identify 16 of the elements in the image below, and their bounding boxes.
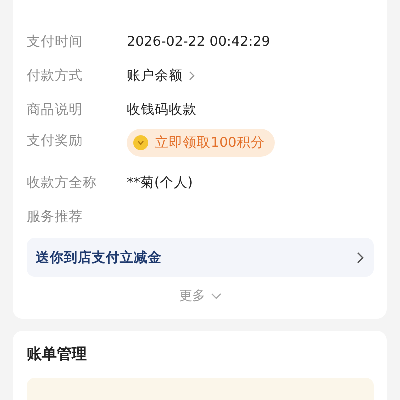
chevron-down-icon (210, 292, 222, 300)
field-label: 支付时间 (27, 33, 84, 51)
field-label: 商品说明 (27, 101, 84, 119)
coin-icon (133, 135, 149, 151)
field-label: 服务推荐 (27, 208, 84, 226)
field-label: 收款方全称 (27, 174, 98, 192)
service-banner[interactable]: 送你到店支付立减金 (27, 238, 374, 277)
field-value: 收钱码收款 (127, 101, 197, 119)
chevron-right-icon (357, 252, 364, 264)
chevron-right-icon (189, 71, 195, 81)
field-value: **菊(个人) (127, 174, 194, 192)
field-label: 支付奖励 (27, 132, 84, 150)
field-value: 2026-02-22 00:42:29 (127, 34, 270, 50)
field-label: 付款方式 (27, 67, 84, 85)
payment-method-link[interactable]: 账户余额 (127, 67, 183, 85)
section-title: 账单管理 (27, 345, 88, 364)
